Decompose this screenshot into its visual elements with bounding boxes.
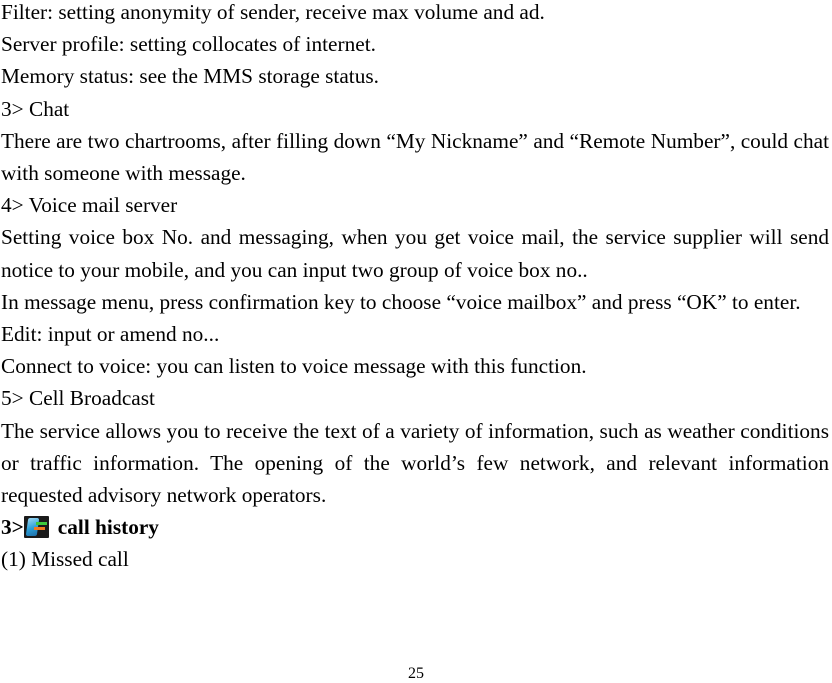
missed-call-line: (1) Missed call bbox=[1, 547, 129, 572]
call-history-prefix: 3> bbox=[1, 515, 24, 540]
cell-broadcast-heading: 5> Cell Broadcast bbox=[1, 386, 155, 411]
chat-paragraph: There are two chartrooms, after filling … bbox=[1, 128, 829, 185]
document-page: Filter: setting anonymity of sender, rec… bbox=[1, 0, 829, 576]
filter-line: Filter: setting anonymity of sender, rec… bbox=[1, 0, 545, 24]
server-profile-line: Server profile: setting collocates of in… bbox=[1, 32, 376, 57]
call-history-title: call history bbox=[57, 515, 159, 540]
cell-broadcast-paragraph: The service allows you to receive the te… bbox=[1, 418, 829, 507]
call-history-heading: 3> call history bbox=[1, 511, 829, 543]
connect-to-voice-line: Connect to voice: you can listen to voic… bbox=[1, 354, 587, 379]
voicemail-paragraph-1: Setting voice box No. and messaging, whe… bbox=[1, 225, 829, 282]
outgoing-bar bbox=[33, 527, 45, 531]
incoming-bar bbox=[35, 522, 47, 526]
call-history-icon bbox=[23, 516, 49, 539]
chat-heading: 3> Chat bbox=[1, 96, 70, 121]
edit-line: Edit: input or amend no... bbox=[1, 321, 220, 346]
voicemail-paragraph-2: In message menu, press confirmation key … bbox=[1, 289, 801, 314]
voicemail-heading: 4> Voice mail server bbox=[1, 193, 178, 218]
page-number: 25 bbox=[408, 665, 424, 682]
memory-status-line: Memory status: see the MMS storage statu… bbox=[1, 64, 379, 89]
